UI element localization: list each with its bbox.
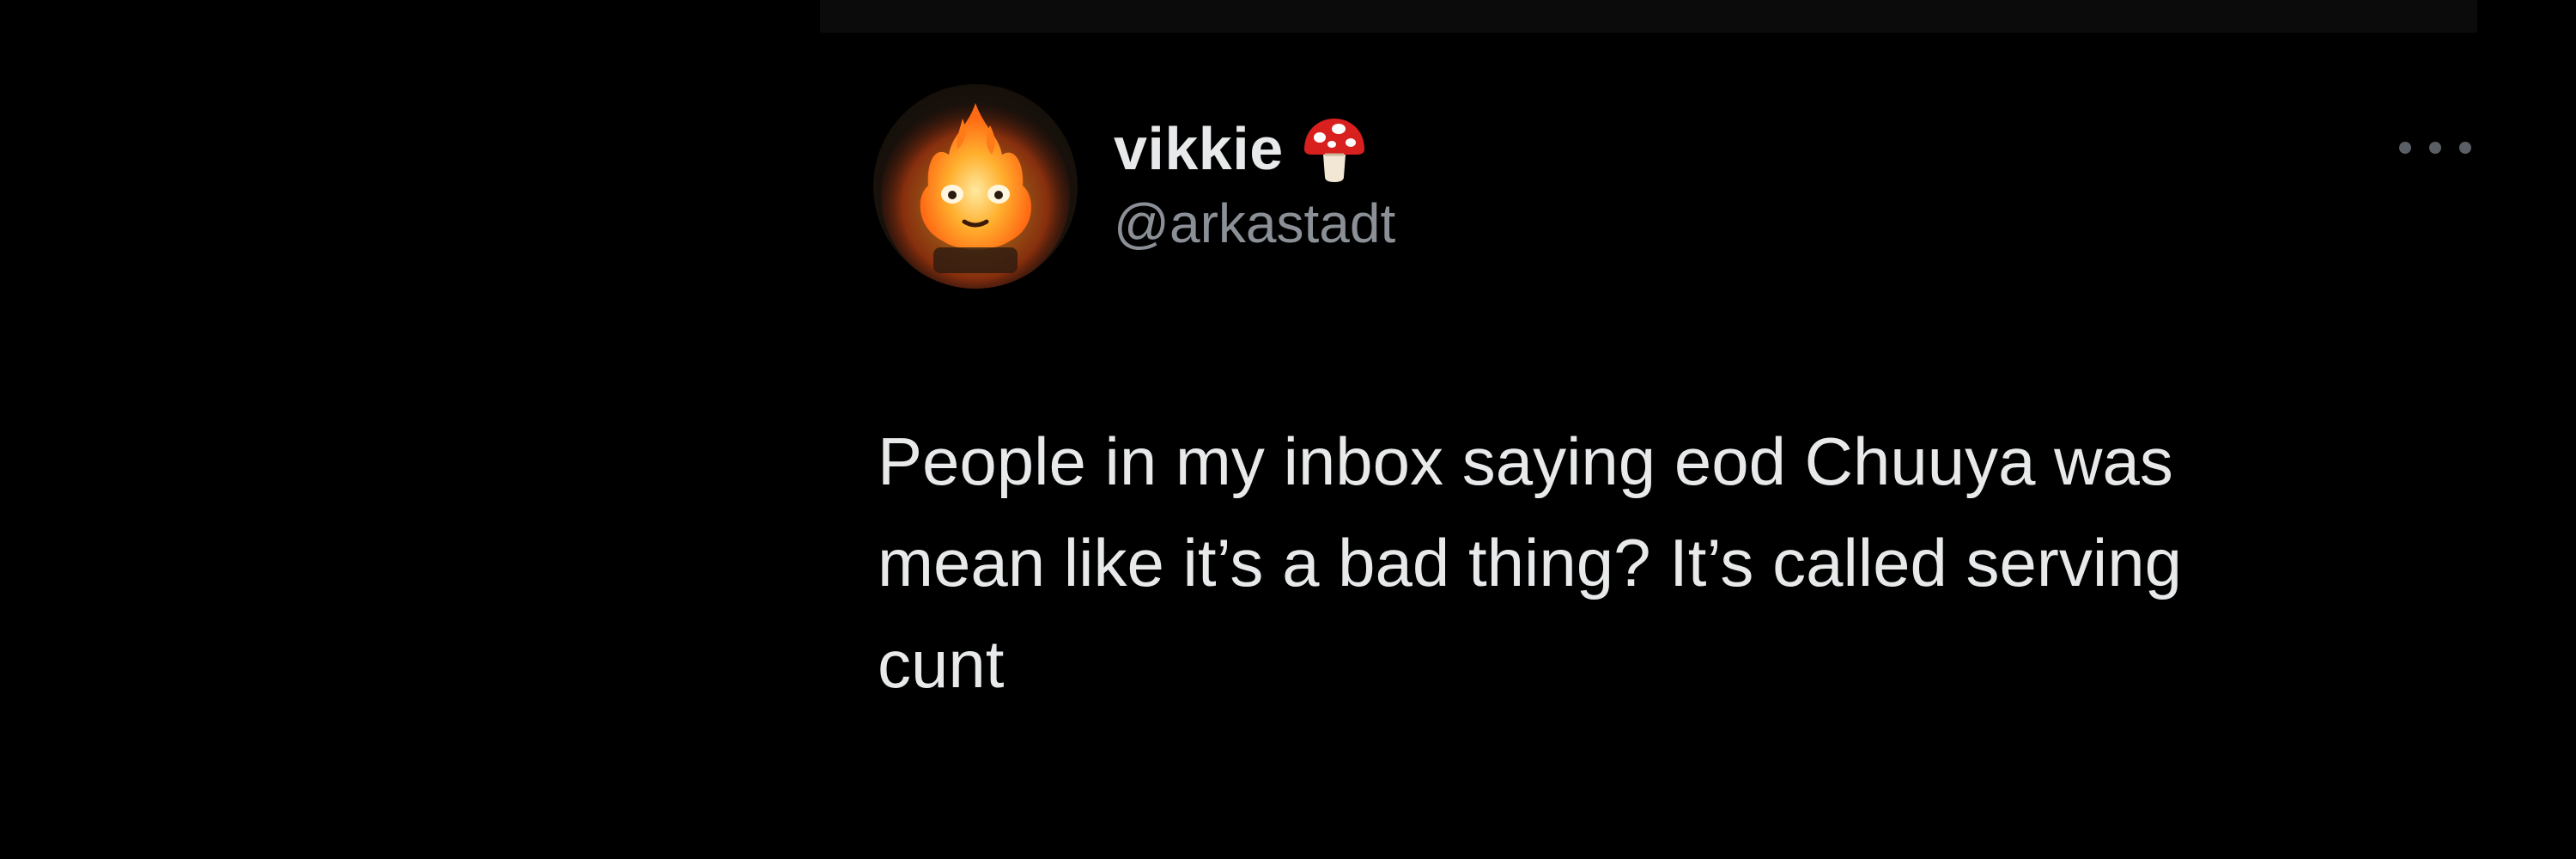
mushroom-emoji-icon (1303, 119, 1364, 182)
tweet-card: vikkie @arkastadt People in my inbox say… (0, 0, 2576, 859)
author-display-name[interactable]: vikkie (1114, 119, 1284, 179)
tweet-text: People in my inbox saying eod Chuuya was… (878, 423, 2182, 702)
more-horizontal-icon-dot (2399, 142, 2411, 154)
more-options-button[interactable] (2399, 131, 2471, 165)
author-name-row: vikkie (1114, 110, 1370, 187)
avatar[interactable] (873, 84, 1078, 289)
more-horizontal-icon-dot (2429, 142, 2441, 154)
calcifer-fire-avatar-icon (881, 101, 1070, 289)
more-horizontal-icon-dot (2459, 142, 2471, 154)
author-handle[interactable]: @arkastadt (1114, 196, 1395, 251)
